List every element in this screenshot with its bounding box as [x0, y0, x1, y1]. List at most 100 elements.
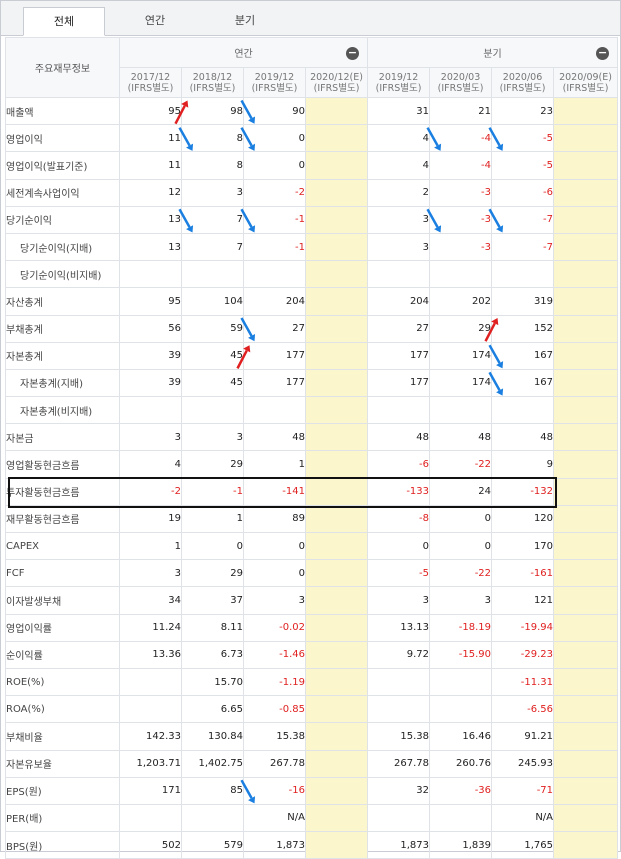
- table-cell: 98: [181, 96, 244, 126]
- table-cell: 48: [243, 423, 306, 452]
- row-label[interactable]: 자본총계: [5, 341, 120, 370]
- table-cell: [553, 586, 619, 615]
- table-cell: 2: [367, 178, 431, 207]
- row-label[interactable]: 투자활동현금흐름: [5, 477, 120, 506]
- table-cell: [553, 368, 619, 398]
- table-cell: 27: [243, 314, 306, 343]
- row-label[interactable]: 매출액: [5, 96, 120, 126]
- row-label[interactable]: 세전계속사업이익: [5, 178, 120, 207]
- row-label[interactable]: FCF: [5, 559, 120, 588]
- group-header-annual: 연간 −: [118, 37, 369, 68]
- row-label[interactable]: ROE(%): [5, 667, 120, 697]
- table-cell: [553, 205, 619, 234]
- row-label[interactable]: ROA(%): [5, 695, 120, 724]
- corner-header: 주요재무정보: [5, 37, 120, 98]
- table-cell: [553, 831, 619, 859]
- row-label[interactable]: 당기순이익(비지배): [5, 260, 120, 289]
- row-label[interactable]: EPS(원): [5, 776, 120, 805]
- column-period: 2019/12: [254, 71, 295, 83]
- table-cell: 177: [367, 368, 431, 398]
- table-cell: 31: [367, 96, 431, 126]
- row-label[interactable]: 자본총계(지배): [5, 368, 120, 398]
- table-cell: 15.70: [181, 667, 244, 697]
- row-label[interactable]: 자본유보율: [5, 749, 120, 778]
- row-label[interactable]: BPS(원): [5, 831, 120, 859]
- table-cell: 7: [181, 205, 244, 234]
- table-cell: [304, 368, 369, 398]
- table-cell: [304, 559, 369, 588]
- tab-annual[interactable]: 연간: [115, 7, 195, 34]
- table-cell: 8.11: [181, 613, 244, 642]
- row-label[interactable]: 재무활동현금흐름: [5, 504, 120, 534]
- table-cell: 0: [429, 504, 493, 534]
- table-cell: 1,839: [429, 831, 493, 859]
- row-label[interactable]: 자산총계: [5, 287, 120, 316]
- table-row: 영업이익률 11.24 8.11 -0.02 13.13 -18.19 -19.94: [5, 613, 619, 642]
- column-basis: (IFRS별도): [437, 82, 484, 94]
- table-cell: [553, 531, 619, 561]
- table-cell: 579: [181, 831, 244, 859]
- table-cell: [429, 667, 493, 697]
- table-row: 세전계속사업이익 12 3 -2 2 -3 -6: [5, 178, 619, 207]
- table-cell: 260.76: [429, 749, 493, 778]
- table-cell: 8: [181, 151, 244, 180]
- table-cell: [429, 695, 493, 724]
- table-cell: 89: [243, 504, 306, 534]
- row-label[interactable]: PER(배): [5, 803, 120, 833]
- row-label[interactable]: CAPEX: [5, 531, 120, 561]
- financial-summary-panel: 전체 연간 분기 주요재무정보 연간 − 분기 − 2017/12 (IFRS별도…: [0, 0, 621, 859]
- table-cell: -4: [429, 151, 493, 180]
- row-label[interactable]: 당기순이익: [5, 205, 120, 234]
- table-cell: 29: [181, 450, 244, 479]
- table-cell: [119, 260, 182, 289]
- table-cell: -11.31: [491, 667, 555, 697]
- table-cell: 7: [181, 232, 244, 262]
- table-cell: [304, 613, 369, 642]
- table-cell: [553, 260, 619, 289]
- table-cell: 34: [119, 586, 182, 615]
- row-label[interactable]: 자본금: [5, 423, 120, 452]
- row-label[interactable]: 부채비율: [5, 722, 120, 751]
- tab-all[interactable]: 전체: [23, 7, 105, 36]
- table-cell: 91.21: [491, 722, 555, 751]
- table-cell: -19.94: [491, 613, 555, 642]
- table-cell: 0: [429, 531, 493, 561]
- table-cell: [304, 831, 369, 859]
- table-cell: 59: [181, 314, 244, 343]
- table-cell: 48: [367, 423, 431, 452]
- row-label[interactable]: 영업이익: [5, 124, 120, 153]
- tab-quarter[interactable]: 분기: [205, 7, 285, 34]
- table-cell: 174: [429, 368, 493, 398]
- table-cell: -5: [491, 124, 555, 153]
- row-label[interactable]: 자본총계(비지배): [5, 396, 120, 425]
- table-cell: [553, 232, 619, 262]
- table-cell: -8: [367, 504, 431, 534]
- table-cell: 0: [243, 559, 306, 588]
- table-cell: -6: [367, 450, 431, 479]
- column-period: 2017/12: [130, 71, 171, 83]
- table-cell: 11: [119, 124, 182, 153]
- table-cell: 3: [429, 586, 493, 615]
- table-cell: 48: [429, 423, 493, 452]
- table-cell: -3: [429, 178, 493, 207]
- column-header-3: 2020/12(E) (IFRS별도): [304, 67, 369, 98]
- table-cell: [553, 341, 619, 370]
- row-label[interactable]: 당기순이익(지배): [5, 232, 120, 262]
- row-label[interactable]: 영업이익률: [5, 613, 120, 642]
- collapse-quarter-icon[interactable]: −: [596, 47, 610, 60]
- row-label[interactable]: 이자발생부채: [5, 586, 120, 615]
- table-cell: [553, 287, 619, 316]
- table-row: 자본총계(비지배): [5, 396, 619, 425]
- row-label[interactable]: 영업이익(발표기준): [5, 151, 120, 180]
- row-label[interactable]: 부채총계: [5, 314, 120, 343]
- row-label[interactable]: 영업활동현금흐름: [5, 450, 120, 479]
- table-cell: [119, 803, 182, 833]
- table-cell: 1,873: [367, 831, 431, 859]
- table-row: 영업이익 11 8 0 4 -4 -5: [5, 124, 619, 153]
- row-label[interactable]: 순이익률: [5, 640, 120, 669]
- table-cell: 11.24: [119, 613, 182, 642]
- table-cell: 267.78: [367, 749, 431, 778]
- collapse-annual-icon[interactable]: −: [346, 47, 360, 60]
- column-period: 2019/12: [378, 71, 419, 83]
- table-cell: -29.23: [491, 640, 555, 669]
